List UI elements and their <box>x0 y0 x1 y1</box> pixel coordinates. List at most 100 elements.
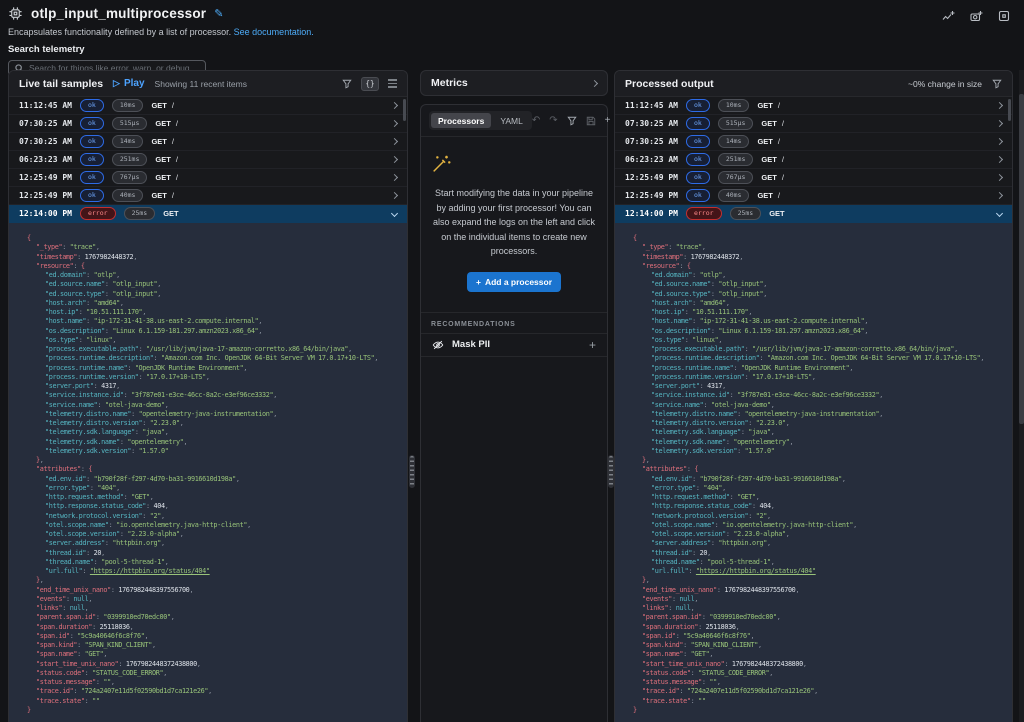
json-string-value: "2.23.0" <box>150 419 180 427</box>
tab-processors[interactable]: Processors <box>431 113 491 128</box>
log-row[interactable]: 12:25:49 PMok40msGET/ <box>615 187 1012 205</box>
json-number-value: 1767982448372 <box>691 253 740 261</box>
json-number-value: 1767982448397556700 <box>724 586 795 594</box>
capture-plus-icon[interactable] <box>970 10 983 23</box>
url-link[interactable]: "https://httpbin.org/status/404" <box>90 567 210 575</box>
json-line: "thread.id": 20, <box>27 549 403 558</box>
log-row[interactable]: 12:14:00 PMerror25msGET <box>9 205 407 223</box>
url-link[interactable]: "https://httpbin.org/status/404" <box>696 567 816 575</box>
log-row[interactable]: 12:25:49 PMok767μsGET/ <box>615 169 1012 187</box>
add-visualization-icon[interactable] <box>942 10 955 23</box>
add-processor-button[interactable]: + Add a processor <box>467 272 561 292</box>
json-string-value: "amd64" <box>94 299 120 307</box>
panel-resize-grip[interactable] <box>608 455 614 488</box>
log-time: 12:25:49 PM <box>19 191 72 200</box>
http-method: GET <box>757 137 772 146</box>
status-badge: ok <box>80 135 104 148</box>
log-row[interactable]: 07:30:25 AMok515μsGET/ <box>9 115 407 133</box>
scrollbar-thumb[interactable] <box>403 99 406 121</box>
json-line: "process.executable.path": "/usr/lib/jvm… <box>27 345 403 354</box>
table-view-icon[interactable] <box>388 79 397 87</box>
play-button[interactable]: ▷ Play <box>113 78 145 89</box>
log-time: 12:25:49 PM <box>625 173 678 182</box>
redo-icon[interactable]: ↷ <box>549 116 557 126</box>
http-method: GET <box>761 155 776 164</box>
json-line: "server.port": 4317, <box>27 382 403 391</box>
log-row[interactable]: 07:30:25 AMok14msGET/ <box>615 133 1012 151</box>
log-row[interactable]: 11:12:45 AMok10msGET/ <box>9 97 407 115</box>
log-row[interactable]: 12:25:49 PMok767μsGET/ <box>9 169 407 187</box>
scrollbar-thumb[interactable] <box>1008 99 1011 121</box>
recommendations-section: RECOMMENDATIONS Mask PII + <box>421 312 607 357</box>
json-key: "ed.source.name" <box>651 280 711 288</box>
page-scrollbar[interactable] <box>1019 70 1024 722</box>
json-key: "http.request.method" <box>651 493 730 501</box>
json-comma: , <box>273 410 277 418</box>
plus-icon[interactable]: + <box>605 116 611 126</box>
duration-badge: 515μs <box>718 117 754 130</box>
tab-yaml[interactable]: YAML <box>493 113 530 128</box>
add-recommendation-icon[interactable]: + <box>589 338 596 352</box>
json-string-value: "pool-5-thread-1" <box>101 558 165 566</box>
json-colon: : <box>745 373 752 381</box>
json-comma: , <box>273 391 277 399</box>
json-string-value: "/usr/lib/jvm/java-17-amazon-corretto.x8… <box>752 345 954 353</box>
scrollbar-thumb[interactable] <box>1019 94 1024 424</box>
chevron-right-icon <box>996 138 1003 145</box>
json-line: "service.name": "otel-java-demo", <box>633 401 1008 410</box>
json-colon: : <box>679 687 686 695</box>
json-comma: , <box>814 687 818 695</box>
json-key: "thread.id" <box>45 549 86 557</box>
json-key: "telemetry.sdk.name" <box>651 438 726 446</box>
json-line: "ed.source.type": "otlp_input", <box>633 290 1008 299</box>
json-key: "otel.scope.name" <box>651 521 715 529</box>
log-row[interactable]: 12:14:00 PMerror25msGET <box>615 205 1012 223</box>
duration-badge: 25ms <box>124 207 156 220</box>
json-comma: , <box>771 558 775 566</box>
http-path: / <box>176 173 178 182</box>
documentation-link[interactable]: See documentation. <box>234 27 314 37</box>
edit-icon[interactable]: ✎ <box>214 7 223 20</box>
json-comma: , <box>130 623 134 631</box>
panel-layout-icon[interactable] <box>998 10 1010 23</box>
log-row[interactable]: 07:30:25 AMok515μsGET/ <box>615 115 1012 133</box>
json-brace: { <box>27 234 31 242</box>
log-row[interactable]: 06:23:23 AMok251msGET/ <box>615 151 1012 169</box>
filter-icon[interactable] <box>567 116 577 126</box>
json-key: "host.name" <box>651 317 692 325</box>
json-colon: : <box>154 354 161 362</box>
json-colon: : <box>77 650 84 658</box>
http-path: / <box>778 101 780 110</box>
json-line: "span.kind": "SPAN_KIND_CLIENT", <box>27 641 403 650</box>
json-key: "server.port" <box>651 382 700 390</box>
json-key: "timestamp" <box>36 253 77 261</box>
json-string-value: "pool-5-thread-1" <box>707 558 771 566</box>
play-icon: ▷ <box>113 79 120 88</box>
json-comma: , <box>879 410 883 418</box>
log-row[interactable]: 11:12:45 AMok10msGET/ <box>615 97 1012 115</box>
panel-resize-grip[interactable] <box>409 455 415 488</box>
undo-icon[interactable]: ↶ <box>532 116 540 126</box>
code-view-icon[interactable]: {} <box>361 77 379 91</box>
filter-icon[interactable] <box>342 79 352 89</box>
filter-icon[interactable] <box>992 79 1002 89</box>
log-row[interactable]: 07:30:25 AMok14msGET/ <box>9 133 407 151</box>
json-key: "end_time_unix_nano" <box>642 586 717 594</box>
json-comma: , <box>795 586 799 594</box>
json-string-value: "ip-172-31-41-38.us-east-2.compute.inter… <box>700 317 865 325</box>
json-line: "process.runtime.version": "17.0.17+10-L… <box>27 373 403 382</box>
chevron-right-icon <box>391 174 398 181</box>
json-comma: , <box>722 484 726 492</box>
json-string-value: "trace" <box>70 243 96 251</box>
json-number-value: 25118036 <box>100 623 130 631</box>
save-icon[interactable] <box>586 116 596 126</box>
log-row[interactable]: 12:25:49 PMok40msGET/ <box>9 187 407 205</box>
log-row[interactable]: 06:23:23 AMok251msGET/ <box>9 151 407 169</box>
json-key: "server.port" <box>45 382 94 390</box>
json-string-value: "STATUS_CODE_ERROR" <box>92 669 163 677</box>
json-key: "telemetry.sdk.language" <box>45 428 135 436</box>
status-badge: ok <box>686 171 710 184</box>
recommendation-mask-pii[interactable]: Mask PII + <box>421 333 607 357</box>
metrics-card[interactable]: Metrics <box>420 70 608 96</box>
json-key: "ed.domain" <box>45 271 86 279</box>
